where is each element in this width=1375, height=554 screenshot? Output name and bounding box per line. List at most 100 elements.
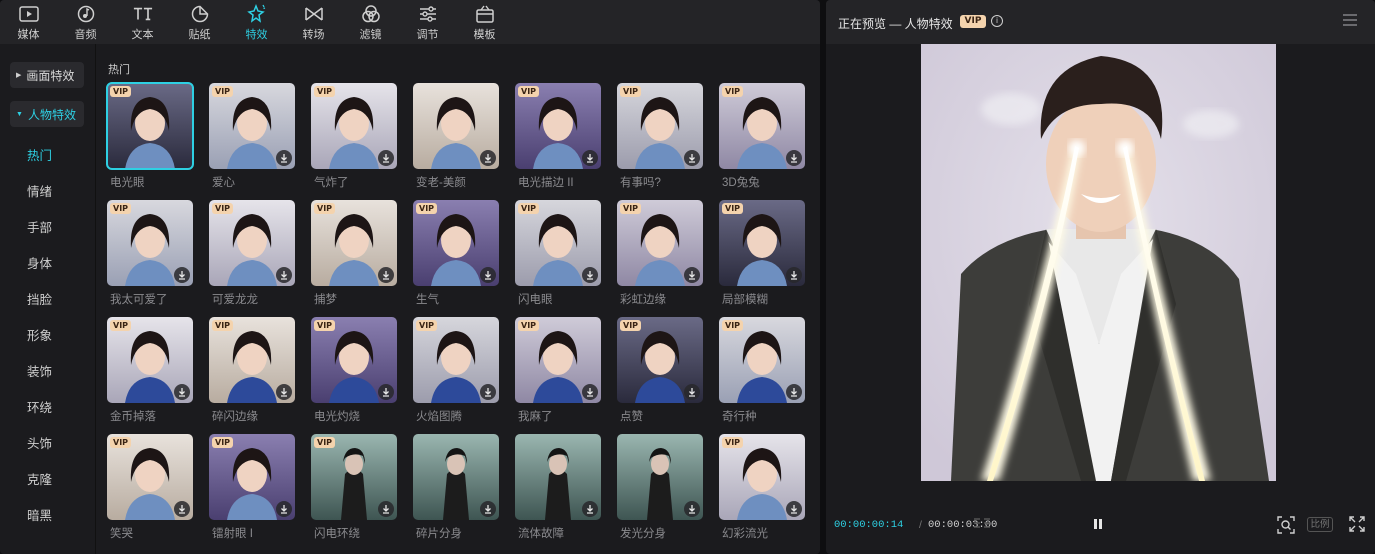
download-icon[interactable] xyxy=(684,150,700,166)
effect-card[interactable]: VIP 金币掉落 xyxy=(107,317,193,423)
tool-label: 贴纸 xyxy=(188,29,211,41)
download-icon[interactable] xyxy=(174,384,190,400)
download-icon[interactable] xyxy=(378,501,394,517)
effect-card[interactable]: VIP 闪电环绕 xyxy=(311,434,397,540)
download-icon[interactable] xyxy=(276,501,292,517)
effect-card[interactable]: 流体故障 xyxy=(515,434,601,540)
subcategory-hand[interactable]: 手部 xyxy=(27,217,52,236)
effect-category-sidebar: ▶ 画面特效 ▼ 人物特效 热门 情绪 手部 身体 挡脸 形象 装饰 环绕 头饰 克… xyxy=(0,44,96,554)
tool-adjust[interactable]: 调节 xyxy=(399,0,456,44)
category-label: 画面特效 xyxy=(26,68,75,83)
download-icon[interactable] xyxy=(582,267,598,283)
download-icon[interactable] xyxy=(582,150,598,166)
effect-card[interactable]: VIP 我太可爱了 xyxy=(107,200,193,306)
download-icon[interactable] xyxy=(378,267,394,283)
effect-thumbnail: VIP xyxy=(617,83,703,169)
timeline-grid-icon[interactable] xyxy=(972,517,992,531)
effect-card[interactable]: VIP 捕梦 xyxy=(311,200,397,306)
effect-thumbnail: VIP xyxy=(107,434,193,520)
download-icon[interactable] xyxy=(174,267,190,283)
effect-card[interactable]: VIP 笑哭 xyxy=(107,434,193,540)
ratio-button[interactable]: 比例 xyxy=(1307,517,1333,532)
download-icon[interactable] xyxy=(480,501,496,517)
download-icon[interactable] xyxy=(684,384,700,400)
download-icon[interactable] xyxy=(786,267,802,283)
download-icon[interactable] xyxy=(276,150,292,166)
tool-effects[interactable]: 特效 xyxy=(228,0,285,44)
subcategory-body[interactable]: 身体 xyxy=(27,253,52,272)
tool-media[interactable]: 媒体 xyxy=(0,0,57,44)
effect-thumbnail xyxy=(617,434,703,520)
effect-name: 火焰图腾 xyxy=(416,411,462,423)
download-icon[interactable] xyxy=(276,384,292,400)
download-icon[interactable] xyxy=(378,150,394,166)
effect-card[interactable]: VIP 点赞 xyxy=(617,317,703,423)
effect-card[interactable]: VIP 电光灼烧 xyxy=(311,317,397,423)
effect-card[interactable]: VIP 生气 xyxy=(413,200,499,306)
subcategory-decoration[interactable]: 装饰 xyxy=(27,361,52,380)
subcategory-surround[interactable]: 环绕 xyxy=(27,397,52,416)
download-icon[interactable] xyxy=(684,267,700,283)
tool-label: 媒体 xyxy=(17,29,40,41)
effect-card[interactable]: VIP 我麻了 xyxy=(515,317,601,423)
pause-button[interactable] xyxy=(1092,517,1104,531)
download-icon[interactable] xyxy=(480,150,496,166)
tool-filter[interactable]: 滤镜 xyxy=(342,0,399,44)
download-icon[interactable] xyxy=(582,501,598,517)
effect-thumbnail: VIP xyxy=(719,83,805,169)
download-icon[interactable] xyxy=(174,501,190,517)
tool-text[interactable]: 文本 xyxy=(114,0,171,44)
effect-card[interactable]: 碎片分身 xyxy=(413,434,499,540)
effect-name: 电光灼烧 xyxy=(314,411,360,423)
media-icon xyxy=(18,4,39,24)
subcategory-headwear[interactable]: 头饰 xyxy=(27,433,52,452)
effect-card[interactable]: VIP 电光眼 xyxy=(106,82,194,189)
tool-sticker[interactable]: 贴纸 xyxy=(171,0,228,44)
effect-thumbnail: VIP xyxy=(209,83,295,169)
effect-name: 有事吗? xyxy=(620,177,661,189)
subcategory-emotion[interactable]: 情绪 xyxy=(27,181,52,200)
download-icon[interactable] xyxy=(480,384,496,400)
tool-audio[interactable]: 音频 xyxy=(57,0,114,44)
subcategory-clone[interactable]: 克隆 xyxy=(27,469,52,488)
download-icon[interactable] xyxy=(480,267,496,283)
download-icon[interactable] xyxy=(276,267,292,283)
category-person-effects[interactable]: ▼ 人物特效 xyxy=(10,101,84,127)
subcategory-hot[interactable]: 热门 xyxy=(27,145,52,164)
tool-transition[interactable]: 转场 xyxy=(285,0,342,44)
effect-card[interactable]: VIP 镭射眼 I xyxy=(209,434,295,540)
effect-card[interactable]: VIP 奇行种 xyxy=(719,317,805,423)
effect-card[interactable]: VIP 幻彩流光 xyxy=(719,434,805,540)
effect-thumbnail: VIP xyxy=(311,434,397,520)
effect-card[interactable]: VIP 可爱龙龙 xyxy=(209,200,295,306)
subcategory-image[interactable]: 形象 xyxy=(27,325,52,344)
download-icon[interactable] xyxy=(582,384,598,400)
subcategory-dark[interactable]: 暗黑 xyxy=(27,505,52,524)
tool-template[interactable]: 模板 xyxy=(456,0,513,44)
effect-card[interactable]: VIP 3D兔兔 xyxy=(719,83,805,189)
subcategory-face-cover[interactable]: 挡脸 xyxy=(27,289,52,308)
effect-card[interactable]: 发光分身 xyxy=(617,434,703,540)
download-icon[interactable] xyxy=(786,150,802,166)
vip-badge: VIP xyxy=(110,203,132,214)
effect-card[interactable]: VIP 火焰图腾 xyxy=(413,317,499,423)
effect-card[interactable]: VIP 电光描边 II xyxy=(515,83,601,189)
info-icon[interactable]: i xyxy=(991,15,1003,27)
download-icon[interactable] xyxy=(786,384,802,400)
category-screen-effects[interactable]: ▶ 画面特效 xyxy=(10,62,84,88)
zoom-icon[interactable] xyxy=(1277,516,1295,534)
effect-card[interactable]: VIP 局部模糊 xyxy=(719,200,805,306)
effect-card[interactable]: 变老-美颜 xyxy=(413,83,499,189)
effect-card[interactable]: VIP 闪电眼 xyxy=(515,200,601,306)
effect-card[interactable]: VIP 彩虹边缘 xyxy=(617,200,703,306)
download-icon[interactable] xyxy=(378,384,394,400)
download-icon[interactable] xyxy=(684,501,700,517)
effect-card[interactable]: VIP 气炸了 xyxy=(311,83,397,189)
menu-icon[interactable] xyxy=(1343,14,1357,26)
effect-card[interactable]: VIP 爱心 xyxy=(209,83,295,189)
effect-card[interactable]: VIP 有事吗? xyxy=(617,83,703,189)
download-icon[interactable] xyxy=(786,501,802,517)
fullscreen-icon[interactable] xyxy=(1349,516,1365,532)
effect-card[interactable]: VIP 碎闪边缘 xyxy=(209,317,295,423)
effect-name: 金币掉落 xyxy=(110,411,156,423)
